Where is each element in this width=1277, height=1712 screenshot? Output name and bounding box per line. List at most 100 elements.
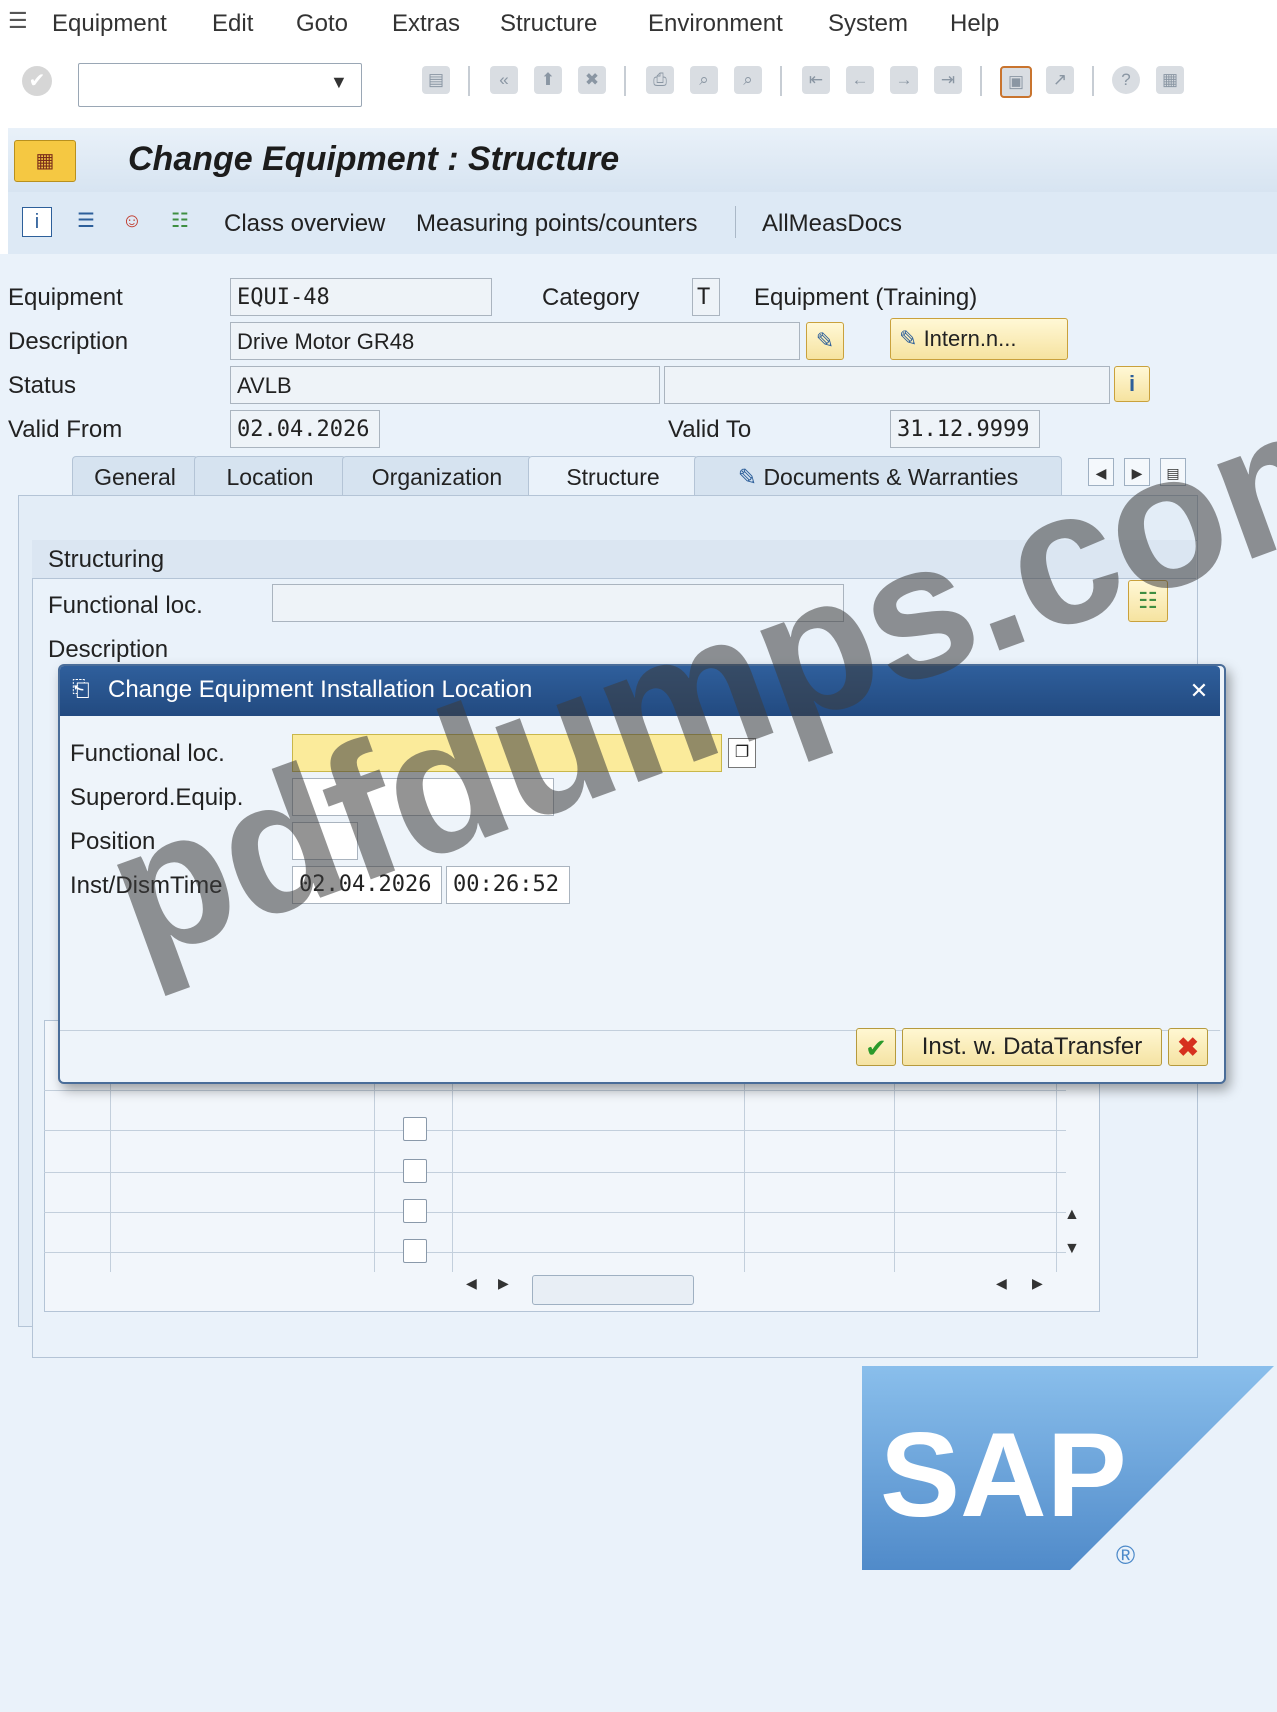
table-row [44,1252,1066,1253]
menu-help[interactable]: Help [950,10,999,38]
table-row [44,1212,1066,1213]
description-field[interactable]: Drive Motor GR48 [230,322,800,360]
toolbar-separator [980,66,982,96]
inst-date-field[interactable]: 02.04.2026 [292,866,442,904]
print-icon[interactable]: ⎙ [646,66,674,94]
toolbar-separator [624,66,626,96]
menu-button-icon[interactable]: ▦ [14,140,76,182]
cancel-icon[interactable]: ✖ [578,66,606,94]
valid-from-field[interactable]: 02.04.2026 [230,410,380,448]
table-row [44,1090,1066,1091]
dialog-title: Change Equipment Installation Location [108,676,533,703]
menu-equipment[interactable]: Equipment [52,10,167,38]
inst-time-field[interactable]: 00:26:52 [446,866,570,904]
save-icon[interactable]: ▤ [422,66,450,94]
command-field[interactable] [78,63,362,107]
tab-general[interactable]: General [72,456,198,496]
find-icon[interactable]: ⌕ [690,66,718,94]
page-title: Change Equipment : Structure [128,140,620,178]
enter-icon[interactable]: ✔ [22,66,52,96]
tab-documents-warranties[interactable]: ✎ Documents & Warranties [694,456,1062,496]
prev-page-icon[interactable]: ← [846,66,874,94]
tab-scroll-right-icon[interactable]: ▶ [1124,458,1150,486]
shortcut-icon[interactable]: ↗ [1046,66,1074,94]
structuring-group-header [32,540,1196,579]
functional-loc-label: Functional loc. [48,592,203,619]
row-checkbox[interactable] [403,1159,427,1183]
functional-loc-field[interactable] [272,584,844,622]
cancel-button[interactable]: ✖ [1168,1028,1208,1066]
hierarchy-icon[interactable]: ☷ [166,207,194,235]
sap-logo: SAP [862,1366,1274,1570]
structuring-title: Structuring [48,546,165,573]
registered-mark: ® [1116,1540,1136,1570]
menu-edit[interactable]: Edit [212,10,253,38]
scroll-left-icon[interactable]: ◀ [466,1275,477,1292]
tab-scroll-left-icon[interactable]: ◀ [1088,458,1114,486]
confirm-button[interactable]: ✔ [856,1028,896,1066]
edit-icon: ✎ [899,326,918,351]
all-meas-docs-button[interactable]: AllMeasDocs [762,210,902,238]
help-icon[interactable]: ? [1112,66,1140,94]
user-status-field[interactable] [664,366,1110,404]
scroll-right-icon[interactable]: ▶ [498,1275,509,1292]
menu-extras[interactable]: Extras [392,10,460,38]
long-text-edit-icon[interactable]: ✎ [806,322,844,360]
next-page-icon[interactable]: → [890,66,918,94]
search-help-icon[interactable]: ❐ [728,738,756,768]
description-label: Description [8,328,129,355]
menu-environment[interactable]: Environment [648,10,783,38]
equipment-field[interactable]: EQUI-48 [230,278,492,316]
scroll-left-icon[interactable]: ◀ [996,1275,1007,1292]
position-field[interactable] [292,822,358,860]
measuring-points-button[interactable]: Measuring points/counters [416,210,697,238]
last-page-icon[interactable]: ⇥ [934,66,962,94]
new-session-icon[interactable]: ▣ [1000,66,1032,98]
sap-logo-text: SAP [880,1408,1127,1542]
first-page-icon[interactable]: ⇤ [802,66,830,94]
equipment-label: Equipment [8,284,123,311]
valid-to-label: Valid To [668,416,752,443]
find-next-icon[interactable]: ⌕ [734,66,762,94]
category-label: Category [542,284,640,311]
table-row [44,1130,1066,1131]
tab-list-icon[interactable]: ▤ [1160,458,1186,486]
system-menu-icon[interactable]: ☰ [8,8,28,34]
internal-note-button[interactable]: ✎ Intern.n... [890,318,1068,360]
menu-goto[interactable]: Goto [296,10,348,38]
horizontal-scrollbar[interactable] [532,1275,694,1305]
toolbar-separator [468,66,470,96]
structure-display-icon[interactable]: ☷ [1128,580,1168,622]
scroll-right-icon[interactable]: ▶ [1032,1275,1043,1292]
valid-to-field[interactable]: 31.12.9999 [890,410,1040,448]
scroll-down-icon[interactable]: ▼ [1064,1240,1080,1258]
document-edit-icon: ✎ [737,464,758,490]
status-label: Status [8,372,77,399]
command-dropdown-icon[interactable]: ▼ [330,72,348,93]
toolbar-separator [735,206,736,238]
row-checkbox[interactable] [403,1117,427,1141]
table-row [44,1172,1066,1173]
tab-structure[interactable]: Structure [528,456,698,496]
layout-icon[interactable]: ▦ [1156,66,1184,94]
info-icon[interactable]: i [22,207,52,237]
document-icon[interactable]: ☰ [72,207,100,235]
close-icon[interactable]: ✕ [1184,676,1214,706]
menu-structure[interactable]: Structure [500,10,597,38]
status-field[interactable]: AVLB [230,366,660,404]
class-overview-button[interactable]: Class overview [224,210,385,238]
scroll-up-icon[interactable]: ▲ [1064,1206,1080,1224]
inst-data-transfer-button[interactable]: Inst. w. DataTransfer [902,1028,1162,1066]
menu-system[interactable]: System [828,10,908,38]
tab-organization[interactable]: Organization [342,456,532,496]
row-checkbox[interactable] [403,1239,427,1263]
tab-location[interactable]: Location [194,456,346,496]
category-field[interactable]: T [692,278,720,316]
exit-icon[interactable]: ⬆ [534,66,562,94]
back-icon[interactable]: « [490,66,518,94]
status-info-icon[interactable]: i [1114,366,1150,402]
partners-icon[interactable]: ☺ [118,207,146,235]
row-checkbox[interactable] [403,1199,427,1223]
dialog-functional-loc-field[interactable] [292,734,722,772]
superord-equip-field[interactable] [292,778,554,816]
